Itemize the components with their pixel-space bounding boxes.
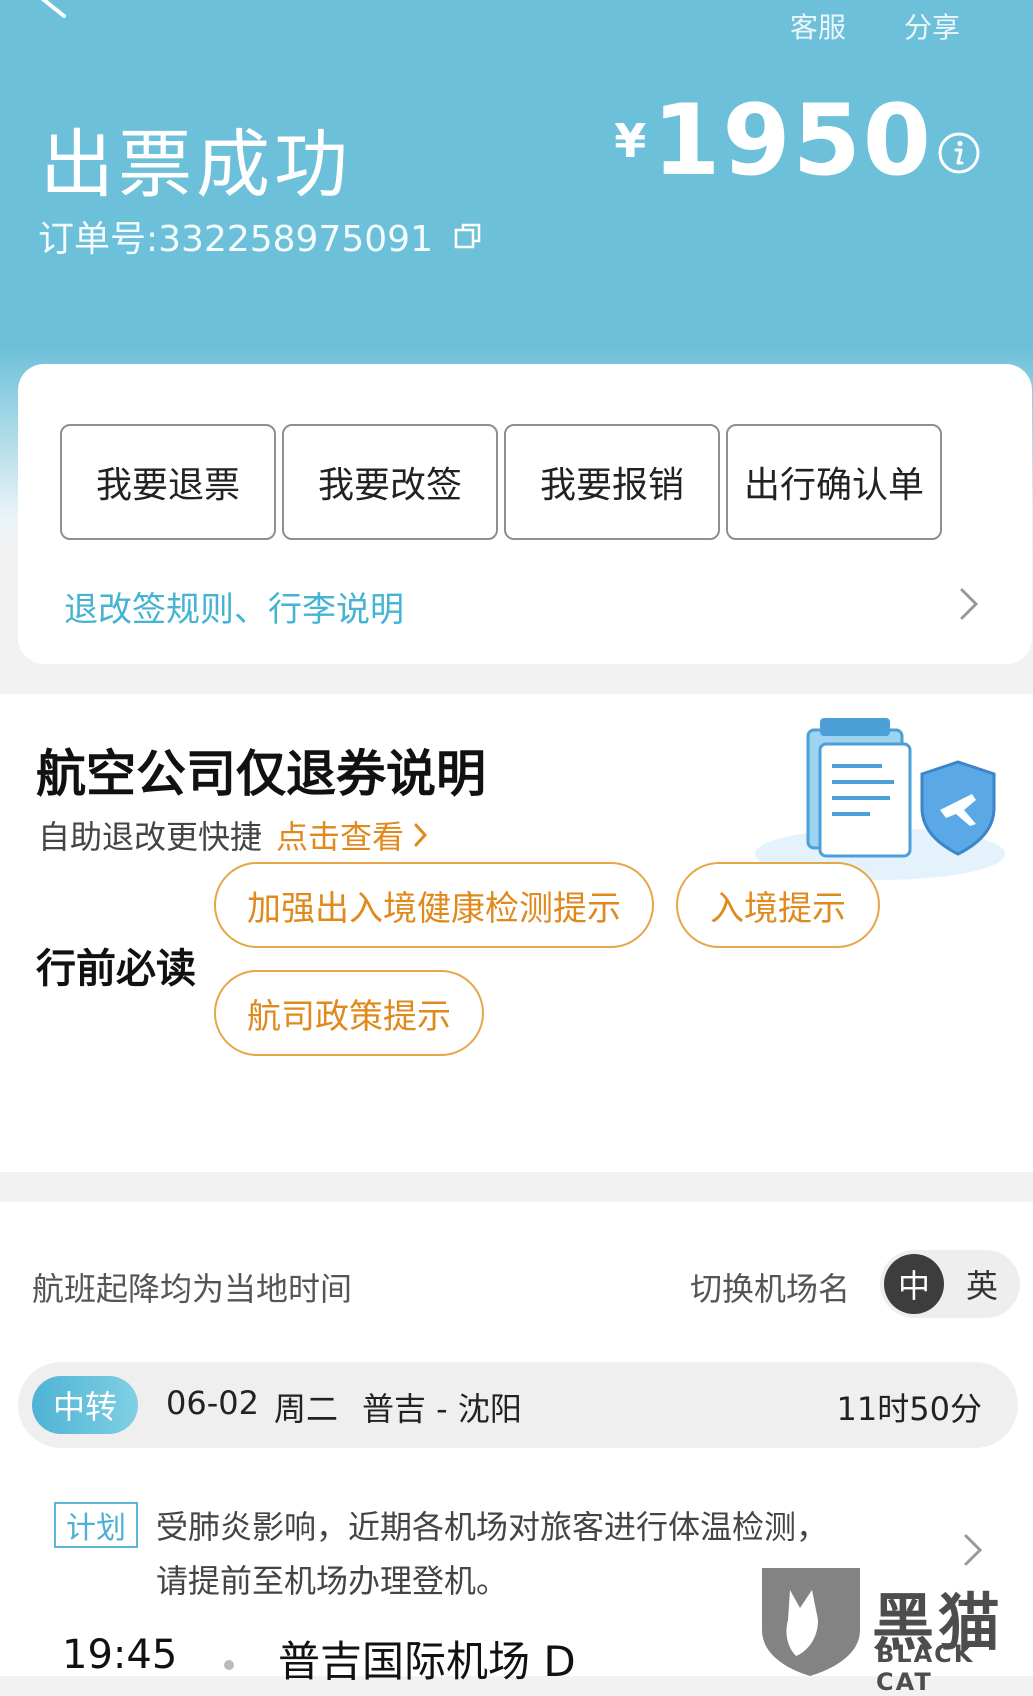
covid-notice-line-2: 请提前至机场办理登机。 <box>156 1562 509 1600</box>
travel-confirmation-button[interactable]: 出行确认单 <box>726 424 942 540</box>
order-number: 订单号:332258975091 <box>38 219 433 260</box>
view-details-label: 点击查看 <box>276 818 405 856</box>
health-check-tip-button[interactable]: 加强出入境健康检测提示 <box>214 862 654 948</box>
flight-leg-bar[interactable]: 中转 06-02 周二 普吉 - 沈阳 11时50分 <box>18 1362 1018 1448</box>
status-title: 出票成功 <box>40 122 352 208</box>
price-amount: 1950 <box>652 84 933 198</box>
lang-zh-option[interactable]: 中 <box>884 1254 944 1314</box>
must-read-label: 行前必读 <box>36 946 196 992</box>
reimburse-button[interactable]: 我要报销 <box>504 424 720 540</box>
leg-date: 06-02 <box>166 1384 259 1422</box>
local-time-note: 航班起降均为当地时间 <box>32 1270 353 1308</box>
info-icon[interactable] <box>937 131 981 175</box>
leg-duration: 11时50分 <box>836 1390 982 1428</box>
refund-notice-subtitle-row: 自助退改更快捷 点击查看 <box>38 812 428 858</box>
copy-icon[interactable] <box>453 221 483 251</box>
share-button[interactable]: 分享 <box>904 6 960 46</box>
airline-policy-tip-button[interactable]: 航司政策提示 <box>214 970 484 1056</box>
plan-badge: 计划 <box>54 1502 138 1548</box>
timeline-dot <box>224 1660 234 1670</box>
customer-service-button[interactable]: 客服 <box>790 6 846 46</box>
order-number-row: 订单号:332258975091 <box>38 210 483 262</box>
change-button[interactable]: 我要改签 <box>282 424 498 540</box>
refund-notice-section: 航空公司仅退券说明 自助退改更快捷 点击查看 行前必读 加强出入境健康检测提示 … <box>0 694 1033 1172</box>
action-card: 我要退票 我要改签 我要报销 出行确认单 退改签规则、行李说明 <box>18 364 1032 664</box>
document-shield-illustration <box>755 718 1005 880</box>
refund-notice-subtitle: 自助退改更快捷 <box>38 818 263 856</box>
rules-baggage-link[interactable]: 退改签规则、行李说明 <box>64 582 404 631</box>
leg-route: 普吉 - 沈阳 <box>362 1390 522 1428</box>
switch-airport-label: 切换机场名 <box>690 1270 851 1308</box>
back-arrow-icon[interactable] <box>28 0 72 30</box>
price-currency: ¥ <box>614 114 647 168</box>
departure-time: 19:45 <box>62 1632 178 1678</box>
lang-en-option[interactable]: 英 <box>952 1254 1012 1314</box>
price: ¥ 1950 <box>614 92 933 190</box>
leg-weekday: 周二 <box>274 1390 339 1428</box>
chevron-right-icon <box>414 823 428 847</box>
chevron-right-icon[interactable] <box>958 586 980 622</box>
watermark-subtext: BLACK CAT <box>876 1640 975 1696</box>
transit-badge: 中转 <box>32 1376 138 1434</box>
entry-tip-button[interactable]: 入境提示 <box>676 862 880 948</box>
refund-notice-title: 航空公司仅退券说明 <box>36 745 486 803</box>
covid-notice-line-1: 受肺炎影响，近期各机场对旅客进行体温检测， <box>156 1508 829 1546</box>
view-details-link[interactable]: 点击查看 <box>276 812 428 858</box>
departure-airport: 普吉国际机场 D <box>278 1637 576 1686</box>
refund-button[interactable]: 我要退票 <box>60 424 276 540</box>
airport-language-toggle[interactable]: 中 英 <box>880 1250 1020 1318</box>
